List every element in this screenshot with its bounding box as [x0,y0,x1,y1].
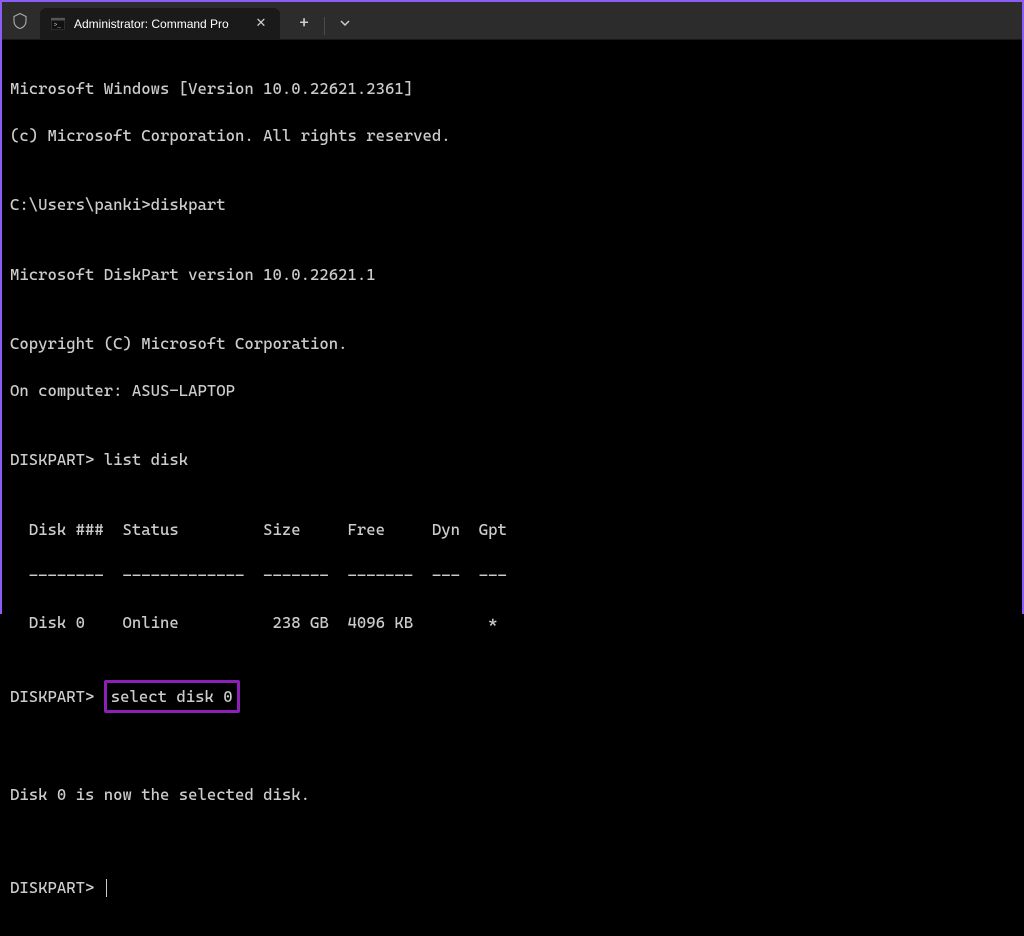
output-line: On computer: ASUS-LAPTOP [10,379,1014,402]
output-line: Microsoft Windows [Version 10.0.22621.23… [10,77,1014,100]
prompt: DISKPART> [10,687,94,706]
tab-title: Administrator: Command Pro [74,17,244,31]
close-icon[interactable]: ✕ [252,15,270,33]
svg-text:>_: >_ [54,21,62,28]
shield-icon [2,3,38,39]
prompt-line: DISKPART> select disk 0 [10,680,1014,713]
prompt-line: DISKPART> [10,876,1014,899]
blank [10,829,1014,852]
new-tab-button[interactable]: + [288,7,320,39]
cursor [106,879,107,897]
dropdown-button[interactable] [329,7,361,39]
table-divider: -------- ------------- ------- ------- -… [10,564,1014,587]
output-line: (c) Microsoft Corporation. All rights re… [10,124,1014,147]
blank [10,736,1014,759]
output-line: Copyright (C) Microsoft Corporation. [10,332,1014,355]
divider [324,17,325,35]
table-header: Disk ### Status Size Free Dyn Gpt [10,518,1014,541]
titlebar: >_ Administrator: Command Pro ✕ + [2,2,1022,40]
highlighted-command: select disk 0 [104,680,240,713]
tab-active[interactable]: >_ Administrator: Command Pro ✕ [40,8,280,40]
output-line: Disk 0 is now the selected disk. [10,783,1014,806]
prompt: DISKPART> [10,878,104,897]
terminal-icon: >_ [50,16,66,32]
output-line: DISKPART> list disk [10,448,1014,471]
terminal-output[interactable]: Microsoft Windows [Version 10.0.22621.23… [2,40,1022,936]
output-line: C:\Users\panki>diskpart [10,193,1014,216]
output-line: Microsoft DiskPart version 10.0.22621.1 [10,263,1014,286]
